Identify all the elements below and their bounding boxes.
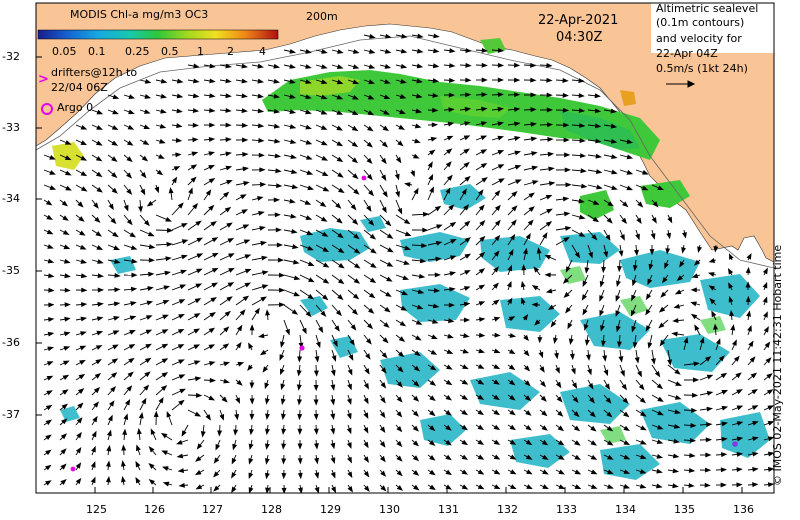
lon-label: 136 (733, 503, 754, 516)
lon-label: 125 (86, 503, 107, 516)
colorbar-title: MODIS Chl-a mg/m3 OC3 (70, 8, 209, 21)
lon-label: 134 (615, 503, 636, 516)
lon-label: 130 (379, 503, 400, 516)
copyright-label: © IMOS 02-May-2021 11:42:31 Hobart time (771, 244, 784, 486)
drifter-marker (732, 441, 738, 447)
lat-label: -33 (2, 121, 20, 134)
drifters-label-line1: drifters@12h to (51, 66, 138, 79)
drifter-marker (70, 466, 76, 472)
legend-line: Altimetric sealevel (656, 2, 759, 15)
legend-line: (0.1m contours) (656, 16, 745, 29)
lon-label: 135 (674, 503, 695, 516)
drifters-label-line2: 22/04 06Z (51, 81, 108, 94)
lat-label: -35 (2, 264, 20, 277)
lon-label: 131 (438, 503, 459, 516)
legend-line: 0.5m/s (1kt 24h) (656, 62, 748, 75)
lat-label: -34 (2, 192, 20, 205)
lat-label: -32 (2, 50, 20, 63)
lon-label: 133 (556, 503, 577, 516)
legend-line: 22-Apr 04Z (656, 47, 718, 60)
colorbar-tick: 0.5 (161, 45, 179, 58)
colorbar-tick: 0.25 (125, 45, 150, 58)
colorbar-tick: 0.1 (88, 45, 106, 58)
lon-label: 127 (202, 503, 223, 516)
colorbar-tick: 4 (259, 45, 266, 58)
lat-label: -36 (2, 336, 20, 349)
lon-label: 128 (261, 503, 282, 516)
legend-line: and velocity for (656, 32, 742, 45)
lon-label: 126 (144, 503, 165, 516)
lon-label: 129 (320, 503, 341, 516)
lat-label: -37 (2, 408, 20, 421)
drifters-symbol: > (38, 72, 49, 87)
colorbar-tick: 0.05 (52, 45, 77, 58)
drifter-marker (361, 175, 367, 181)
isobath-label: 200m (306, 10, 338, 23)
map-date: 22-Apr-2021 (538, 13, 619, 28)
argo-label: Argo 0 (57, 101, 94, 114)
lon-label: 132 (497, 503, 518, 516)
map-time: 04:30Z (556, 30, 603, 45)
colorbar-tick: 2 (227, 45, 234, 58)
colorbar (37, 29, 279, 40)
drifter-marker (299, 345, 305, 351)
colorbar-tick: 1 (197, 45, 204, 58)
